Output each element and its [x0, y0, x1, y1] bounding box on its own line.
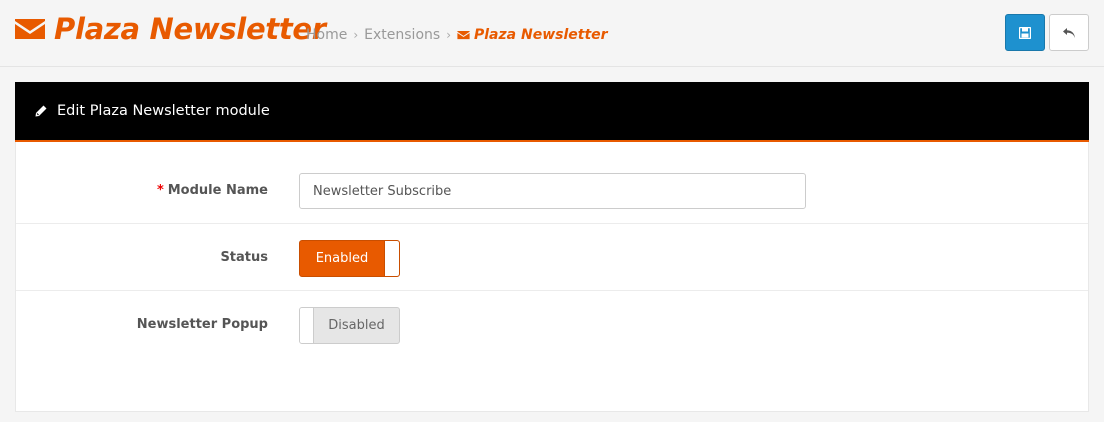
toggle-handle	[384, 241, 399, 276]
breadcrumb-separator: ›	[353, 28, 359, 42]
status-label: Status	[220, 250, 268, 265]
floppy-disk-icon	[1019, 26, 1031, 39]
save-button[interactable]	[1005, 14, 1045, 51]
newsletter-popup-row: Newsletter Popup Disabled	[16, 291, 1088, 358]
breadcrumb-separator: ›	[446, 28, 451, 42]
status-toggle-label: Enabled	[315, 251, 369, 266]
envelope-icon	[15, 19, 45, 39]
page-header: Plaza Newsletter Home › Extensions › Pla…	[0, 0, 1104, 67]
pencil-icon	[35, 105, 47, 117]
panel-title: Edit Plaza Newsletter module	[57, 103, 270, 119]
panel-heading: Edit Plaza Newsletter module	[15, 82, 1089, 142]
breadcrumb-home[interactable]: Home	[306, 27, 347, 43]
breadcrumb-extensions[interactable]: Extensions	[364, 27, 440, 43]
page-title-group: Plaza Newsletter	[14, 12, 326, 46]
toggle-handle	[300, 308, 314, 343]
page-title: Plaza Newsletter	[54, 12, 326, 46]
breadcrumb-active-label: Plaza Newsletter	[474, 27, 608, 43]
module-name-row: * Module Name	[16, 157, 1088, 224]
reply-arrow-icon	[1063, 27, 1075, 38]
status-row: Status Enabled	[16, 224, 1088, 291]
edit-module-panel: Edit Plaza Newsletter module * Module Na…	[15, 82, 1089, 412]
module-name-label: * Module Name	[157, 157, 268, 224]
breadcrumb: Home › Extensions › Plaza Newsletter	[306, 27, 608, 43]
module-name-label-text: Module Name	[167, 183, 268, 198]
newsletter-popup-toggle[interactable]: Disabled	[299, 307, 400, 344]
back-button[interactable]	[1049, 14, 1089, 51]
breadcrumb-plaza-newsletter[interactable]: Plaza Newsletter	[457, 27, 608, 43]
newsletter-popup-label: Newsletter Popup	[136, 317, 268, 332]
envelope-icon	[457, 30, 470, 40]
required-mark: *	[156, 183, 164, 198]
newsletter-popup-toggle-label: Disabled	[328, 318, 385, 333]
status-toggle[interactable]: Enabled	[299, 240, 400, 277]
module-name-input[interactable]	[299, 173, 806, 209]
